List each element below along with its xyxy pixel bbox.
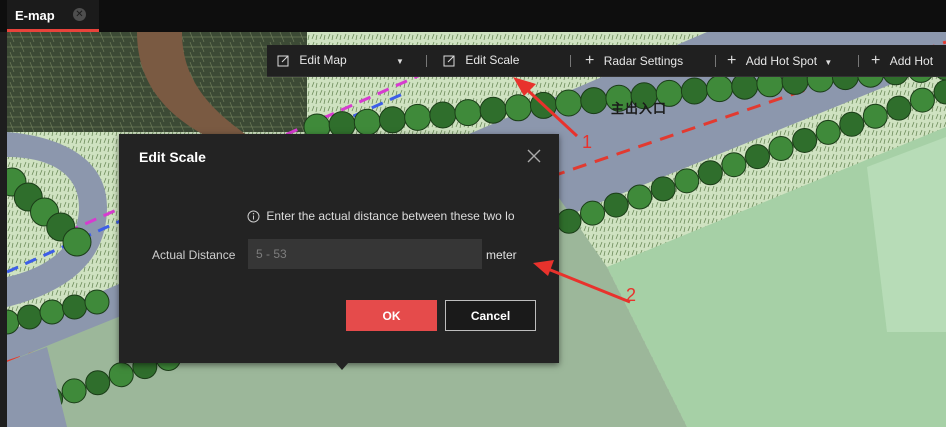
add-hot-spot-label: Add Hot Spot — [745, 54, 818, 68]
toolbar-divider — [570, 55, 571, 67]
tree-symbol — [61, 378, 87, 404]
tab-title: E-map — [15, 8, 55, 23]
tab-bar: E-map ✕ — [0, 0, 946, 32]
tree-symbol — [744, 144, 770, 170]
close-icon[interactable] — [524, 146, 544, 166]
tree-symbol — [378, 106, 406, 134]
tree-symbol — [768, 136, 794, 162]
tree-symbol — [479, 96, 507, 124]
tree-symbol — [62, 227, 92, 257]
distance-label: Actual Distance — [152, 248, 236, 262]
edit-icon — [277, 55, 289, 67]
tree-symbol — [815, 119, 841, 145]
map-location-label: 主出入口 — [611, 101, 668, 116]
info-icon — [247, 210, 260, 223]
edit-scale-label: Edit Scale — [465, 53, 520, 67]
cancel-button[interactable]: Cancel — [445, 300, 536, 331]
plus-icon: + — [871, 52, 881, 69]
close-circle-icon[interactable]: ✕ — [73, 8, 86, 21]
unit-label: meter — [486, 248, 517, 262]
add-hot-label: Add Hot — [889, 54, 934, 68]
tree-symbol — [529, 91, 557, 119]
chevron-down-icon[interactable]: ▼ — [824, 58, 832, 67]
plus-icon: + — [727, 52, 737, 69]
tree-symbol — [555, 89, 583, 117]
tree-symbol — [886, 95, 912, 121]
annotation-marker-1: 1 — [582, 132, 593, 152]
chevron-down-icon[interactable]: ▼ — [396, 57, 404, 66]
tree-symbol — [454, 99, 482, 127]
tree-symbol — [404, 103, 432, 131]
tree-symbol — [84, 289, 110, 315]
tree-symbol — [706, 75, 734, 103]
tree-symbol — [674, 168, 700, 194]
info-text: Enter the actual distance between these … — [266, 209, 515, 223]
tree-symbol — [85, 370, 111, 396]
toolbar-divider — [715, 55, 716, 67]
tree-symbol — [862, 103, 888, 129]
tree-symbol — [580, 87, 608, 115]
tree-symbol — [580, 200, 606, 226]
annotation-marker-2: 2 — [626, 285, 637, 305]
tree-symbol — [504, 94, 532, 122]
edit-scale-dialog: Edit Scale Enter the actual distance bet… — [119, 134, 559, 363]
edit-icon — [443, 55, 455, 67]
dialog-info: Enter the actual distance between these … — [247, 209, 529, 225]
ok-button[interactable]: OK — [346, 300, 437, 331]
tree-symbol — [108, 362, 134, 388]
edit-map-label: Edit Map — [299, 53, 347, 67]
map-toolbar: Edit Map ▼ Edit Scale + Radar Settings +… — [267, 45, 946, 77]
tree-symbol — [62, 294, 87, 320]
tree-symbol — [603, 192, 629, 218]
edit-map-button[interactable]: Edit Map ▼ — [277, 45, 404, 76]
tree-symbol — [353, 108, 381, 136]
tree-symbol — [792, 127, 818, 153]
tree-symbol — [627, 184, 653, 210]
tree-symbol — [17, 304, 42, 330]
dialog-pointer — [335, 362, 349, 370]
tree-symbol — [839, 111, 865, 137]
tree-symbol — [680, 77, 708, 105]
distance-input[interactable] — [248, 239, 482, 269]
add-hot-spot-button[interactable]: + Add Hot Spot ▼ — [727, 45, 832, 76]
tree-symbol — [697, 160, 723, 186]
toolbar-divider — [858, 55, 859, 67]
add-hot-button[interactable]: + Add Hot — [871, 45, 933, 76]
radar-settings-button[interactable]: + Radar Settings — [585, 45, 683, 76]
tab-emap[interactable]: E-map ✕ — [7, 0, 99, 32]
dialog-title: Edit Scale — [139, 149, 206, 165]
edit-scale-button[interactable]: Edit Scale — [443, 45, 519, 76]
tree-symbol — [39, 299, 65, 325]
tree-symbol — [429, 101, 457, 129]
tree-symbol — [650, 176, 676, 202]
tree-symbol — [731, 72, 759, 100]
plus-icon: + — [585, 52, 595, 69]
tree-symbol — [556, 208, 582, 234]
tree-symbol — [721, 152, 747, 178]
tree-symbol — [909, 87, 935, 113]
radar-settings-label: Radar Settings — [603, 54, 684, 68]
toolbar-divider — [426, 55, 427, 67]
